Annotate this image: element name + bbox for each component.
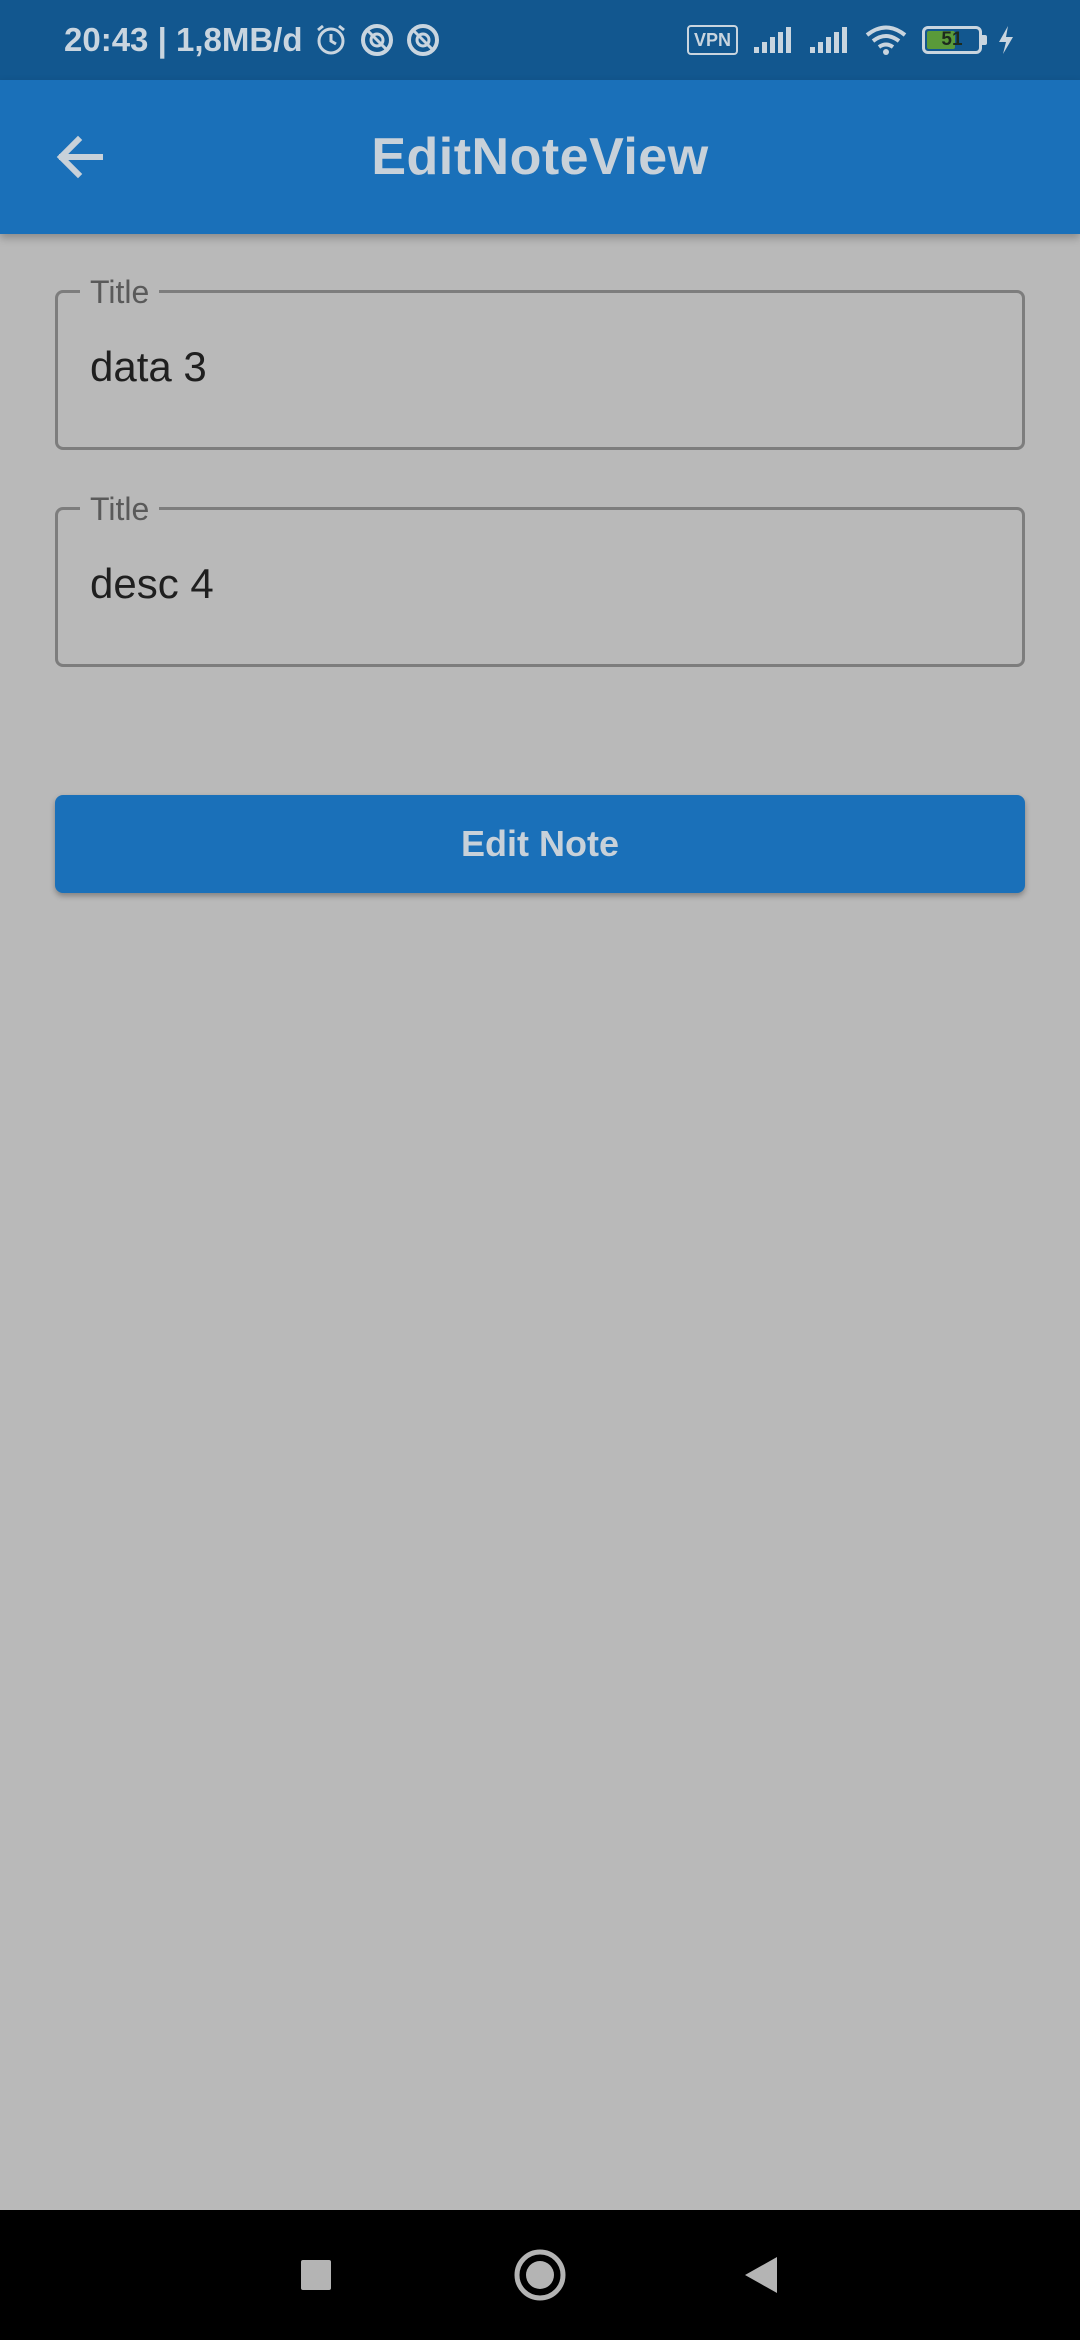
signal-icon	[754, 27, 791, 53]
system-nav-bar	[0, 2210, 1080, 2340]
vpn-badge: VPN	[686, 25, 738, 55]
battery-indicator: 51	[922, 26, 987, 54]
edit-note-button-label: Edit Note	[461, 823, 619, 864]
app-bar: EditNoteView	[0, 80, 1080, 234]
status-right: VPN 51	[686, 24, 1016, 56]
description-field-label: Title	[80, 491, 160, 527]
recents-button[interactable]	[288, 2244, 344, 2306]
battery-level: 51	[941, 29, 963, 50]
battery-tip	[982, 35, 987, 45]
signal-icon-2	[810, 27, 847, 53]
status-time: 20:43 | 1,8MB/d	[64, 21, 303, 58]
arrow-left-icon	[56, 135, 103, 179]
square-recents-icon	[301, 2260, 331, 2290]
back-button[interactable]	[40, 117, 120, 197]
alarm-icon	[316, 24, 345, 55]
circle-home-icon	[514, 2249, 566, 2301]
back-nav-button[interactable]	[733, 2244, 789, 2306]
status-left: 20:43 | 1,8MB/d	[64, 21, 441, 59]
page-title: EditNoteView	[371, 128, 709, 186]
title-field-label: Title	[80, 274, 160, 310]
edit-note-button[interactable]: Edit Note	[55, 795, 1025, 893]
description-field-value[interactable]: desc 4	[90, 560, 214, 608]
blocked-app-icon	[360, 24, 393, 56]
blocked-app-icon-2	[406, 24, 439, 56]
wifi-icon	[865, 25, 907, 55]
title-field[interactable]: Title data 3	[55, 274, 1025, 450]
charging-icon	[999, 26, 1013, 54]
description-field[interactable]: Title desc 4	[55, 491, 1025, 667]
triangle-back-icon	[745, 2257, 777, 2293]
status-bar: 20:43 | 1,8MB/d VPN 51	[0, 0, 1080, 80]
title-field-value[interactable]: data 3	[90, 343, 207, 391]
home-button[interactable]	[510, 2244, 570, 2306]
